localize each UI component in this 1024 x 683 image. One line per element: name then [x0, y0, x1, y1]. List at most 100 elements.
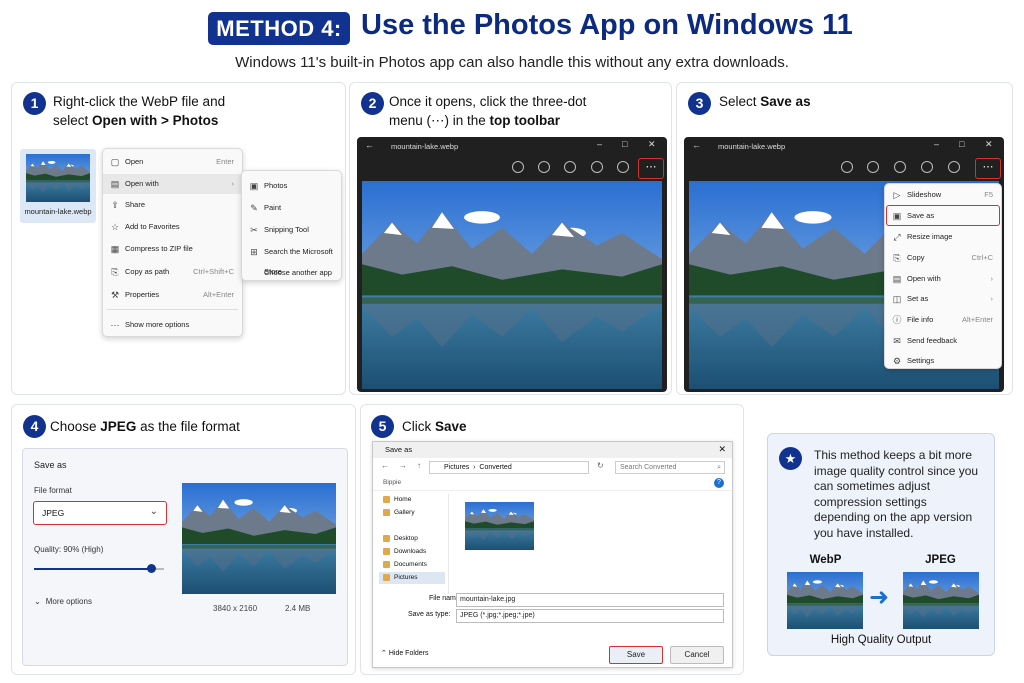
photos-menu-item-set-as[interactable]: ◫ Set as › — [885, 289, 1001, 309]
file-icon-tile[interactable]: mountain-lake.webp — [20, 149, 96, 223]
submenu-item-search-the-microsoft-store[interactable]: ⊞ Search the Microsoft Store — [242, 242, 341, 276]
close-icon[interactable]: ✕ — [648, 139, 656, 150]
more-options-label: More options — [45, 597, 92, 606]
save-as-highlight — [886, 205, 1000, 226]
quality-slider-thumb[interactable] — [147, 564, 156, 573]
menu-item-shortcut: › — [231, 179, 235, 188]
photos-menu-item-resize-image[interactable]: ⤢ Resize image — [885, 227, 1001, 247]
downloads-icon — [383, 547, 390, 555]
save-type-select[interactable]: JPEG (*.jpg;*.jpeg;*.jpe) — [456, 609, 724, 623]
step-5-bold: Save — [435, 419, 467, 434]
file-format-select[interactable]: JPEG ⌄ — [33, 501, 167, 525]
back-icon[interactable]: ← — [365, 140, 374, 150]
menu-item-shortcut: Ctrl+Shift+C — [193, 267, 234, 276]
save-dialog: Save as ✕ ← → ↑ Pictures › Converted ↻ S… — [372, 441, 733, 668]
sidebar-item-desktop[interactable]: Desktop — [379, 533, 445, 545]
info-card: ★ This method keeps a bit more image qua… — [767, 433, 995, 656]
menu-item-shortcut: F5 — [984, 190, 993, 199]
sidebar-item-gallery[interactable]: Gallery — [379, 507, 445, 519]
toolbar-zoom-icon-2[interactable] — [948, 161, 960, 173]
toolbar-add-icon[interactable] — [841, 161, 853, 173]
dialog-close-icon[interactable]: ✕ — [718, 444, 726, 455]
maximize-icon[interactable]: □ — [622, 139, 627, 149]
step-1-line2: select Open with > Photos — [53, 111, 225, 130]
save-button[interactable]: Save — [609, 646, 663, 664]
step-2-line1: Once it opens, click the three-dot — [389, 94, 587, 109]
quality-slider[interactable] — [34, 564, 164, 574]
context-menu-item-open[interactable]: ▢ Open Enter — [103, 152, 242, 172]
menu-item-label: Snipping Tool — [264, 225, 309, 234]
context-menu-item-share[interactable]: ⇪ Share — [103, 195, 242, 215]
toolbar-crop-icon[interactable] — [591, 161, 603, 173]
step-2-line2-pre: menu (⋯) in the — [389, 113, 490, 128]
path-segment-2[interactable]: Converted — [479, 464, 511, 471]
menu-item-label: Settings — [907, 356, 935, 365]
photos-menu-item-settings[interactable]: ⚙ Settings — [885, 351, 1001, 371]
context-menu-item-open-with[interactable]: ▤ Open with › — [103, 174, 242, 194]
photos-menu-item-slideshow[interactable]: ▷ Slideshow F5 — [885, 185, 1001, 205]
pictures-icon — [383, 573, 390, 581]
close-icon-2[interactable]: ✕ — [985, 139, 993, 150]
toolbar-zoom-icon[interactable] — [617, 161, 629, 173]
submenu-item-choose-another-app[interactable]: Choose another app — [242, 263, 341, 283]
converted-file-thumbnail[interactable] — [465, 502, 534, 550]
menu-item-label: Compress to ZIP file — [125, 244, 193, 253]
sidebar-item-home[interactable]: Home — [379, 494, 445, 506]
context-menu-item-properties[interactable]: ⚒ Properties Alt+Enter — [103, 285, 242, 305]
menu-item-label: Add to Favorites — [125, 222, 180, 231]
toolbar-rotate-icon-2[interactable] — [894, 161, 906, 173]
address-bar[interactable]: Pictures › Converted — [429, 461, 589, 474]
open-with-icon: ▤ — [892, 274, 902, 284]
minimize-icon[interactable]: – — [597, 139, 602, 149]
toolbar-edit-icon[interactable] — [512, 161, 524, 173]
hide-folders-toggle[interactable]: ⌃ Hide Folders — [381, 649, 429, 657]
toolbar-heart-icon-2[interactable] — [867, 161, 879, 173]
context-menu-item-add-to-favorites[interactable]: ☆ Add to Favorites — [103, 217, 242, 237]
step-3-line1-bold: Save as — [760, 94, 811, 109]
nav-forward-icon[interactable]: → — [399, 461, 407, 470]
file-format-label: File format — [34, 486, 72, 495]
photos-menu-item-copy[interactable]: ⎘ Copy Ctrl+C — [885, 248, 1001, 268]
menu-item-label: Show more options — [125, 320, 190, 329]
submenu-item-photos[interactable]: ▣ Photos — [242, 176, 341, 196]
file-name-input[interactable]: mountain-lake.jpg — [456, 593, 724, 607]
toolbar-rotate-icon[interactable] — [564, 161, 576, 173]
menu-item-label: File info — [907, 315, 934, 324]
search-field[interactable]: Search Converted ⌕ — [615, 461, 725, 474]
sidebar-item-label: Gallery — [394, 509, 415, 516]
toolbar-crop-icon-2[interactable] — [921, 161, 933, 173]
more-options-highlight — [638, 158, 664, 179]
save-type-label: Save as type: — [408, 611, 451, 618]
nav-back-icon[interactable]: ← — [381, 461, 389, 470]
context-menu-item-copy-as-path[interactable]: ⎘ Copy as path Ctrl+Shift+C — [103, 262, 242, 282]
sidebar-item-pictures[interactable]: Pictures — [379, 572, 445, 584]
step-3-text: Select Save as — [719, 92, 811, 111]
zip-icon: ▦ — [110, 244, 120, 254]
photos-menu-item-file-info[interactable]: ⓘ File info Alt+Enter — [885, 310, 1001, 330]
context-menu-item-compress-to-zip-file[interactable]: ▦ Compress to ZIP file — [103, 239, 242, 259]
back-icon-2[interactable]: ← — [692, 140, 701, 150]
organize-button[interactable]: Bippie — [383, 479, 401, 486]
nav-up-icon[interactable]: ↑ — [417, 461, 421, 470]
submenu-item-snipping-tool[interactable]: ✂ Snipping Tool — [242, 220, 341, 240]
context-menu-item-show-more-options[interactable]: ⋯ Show more options — [103, 315, 242, 335]
home-icon — [383, 495, 390, 503]
method-badge: METHOD 4: — [208, 12, 350, 45]
refresh-icon[interactable]: ↻ — [597, 461, 604, 470]
maximize-icon-2[interactable]: □ — [959, 139, 964, 149]
cancel-button[interactable]: Cancel — [670, 646, 724, 664]
path-segment-1[interactable]: Pictures — [444, 464, 469, 471]
submenu-item-paint[interactable]: ✎ Paint — [242, 198, 341, 218]
feedback-icon: ✉ — [893, 336, 901, 346]
toolbar-heart-icon[interactable] — [538, 161, 550, 173]
minimize-icon-2[interactable]: – — [934, 139, 939, 149]
help-icon[interactable]: ? — [714, 478, 724, 488]
photos-menu-item-open-with[interactable]: ▤ Open with › — [885, 269, 1001, 289]
photos-menu-item-send-feedback[interactable]: ✉ Send feedback — [885, 331, 1001, 351]
step-4-pre: Choose — [50, 419, 101, 434]
sidebar-item-documents[interactable]: Documents — [379, 559, 445, 571]
sidebar-item-downloads[interactable]: Downloads — [379, 546, 445, 558]
documents-icon — [383, 560, 390, 568]
more-options-toggle[interactable]: ⌄ More options — [34, 597, 92, 606]
menu-item-label: Open with — [907, 274, 941, 283]
